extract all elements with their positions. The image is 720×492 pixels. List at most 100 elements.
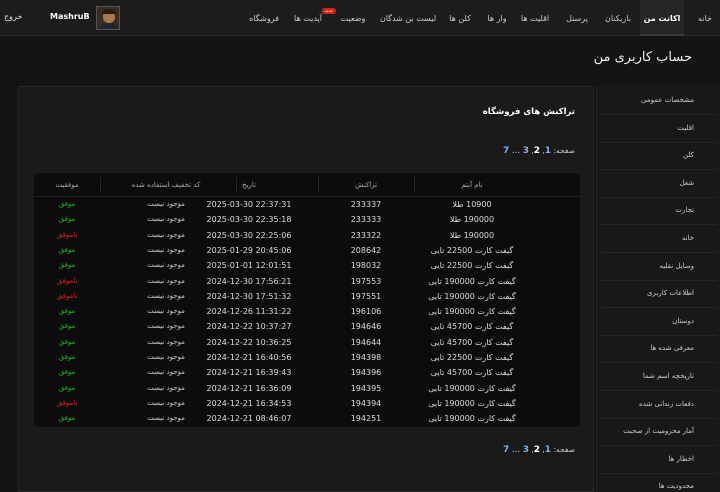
transaction-id: 197553 (350, 276, 382, 286)
header-divider (318, 177, 319, 193)
sidebar-item-3[interactable]: شغل (679, 179, 694, 187)
sidebar-divider (601, 390, 717, 391)
page-link-2-bottom[interactable]: 3 (523, 445, 529, 455)
sidebar-item-13[interactable]: اخطار ها (668, 455, 694, 463)
status-badge: ناموفق (56, 398, 78, 407)
nav-item-2[interactable]: بازیکنان (598, 0, 638, 36)
nav-item-10[interactable]: فروشگاه (244, 0, 284, 36)
transaction-id: 233333 (350, 215, 382, 225)
status-badge: ناموفق (56, 291, 78, 300)
status-badge: موفق (58, 414, 76, 423)
column-header-4: موفقیت (55, 181, 79, 189)
transaction-id: 194394 (350, 398, 382, 408)
nav-item-5[interactable]: وار ها (482, 0, 512, 36)
header-divider (100, 177, 101, 193)
status-badge: موفق (58, 307, 76, 316)
page-link-3-bottom: ... (511, 445, 521, 455)
pagination-top: صفحه: 1, 2, 3 ... 7 (503, 146, 575, 156)
table-row: گیفت کارت 45700 تایی 194646 2024-12-22 10:… (34, 321, 580, 336)
pagination-label: صفحه: (553, 146, 575, 155)
status-badge: ناموفق (56, 276, 78, 285)
page-link-0-top[interactable]: 1 (545, 146, 551, 156)
table-row: 190000 طلا 233322 2025-03-30 22:25:06 موجود… (34, 230, 580, 245)
table-row: گیفت کارت 45700 تایی 194396 2024-12-21 16:… (34, 367, 580, 382)
table-row: گیفت کارت 190000 تایی 194395 2024-12-21 16… (34, 383, 580, 398)
status-badge: موفق (58, 353, 76, 361)
logout-link[interactable]: خروج (4, 12, 22, 21)
header-divider (236, 177, 237, 193)
item-name: گیفت کارت 45700 تایی (430, 368, 514, 378)
discount-code: موجود نیست (147, 215, 185, 224)
page-link-4-top[interactable]: 7 (503, 146, 509, 156)
item-name: گیفت کارت 22500 تایی (430, 353, 514, 362)
sidebar-divider (601, 114, 717, 115)
table-row: 10900 طلا 233337 2025-03-30 22:37:31 موجود … (34, 199, 580, 214)
discount-code: موجود نیست (147, 276, 185, 285)
transaction-id: 194398 (350, 353, 382, 362)
status-badge: موفق (58, 368, 76, 377)
status-badge: موفق (58, 337, 76, 346)
username[interactable]: MashruB (50, 12, 90, 21)
sidebar-divider (601, 141, 717, 143)
header-divider (414, 177, 415, 193)
sidebar-item-6[interactable]: وسایل نقلیه (659, 262, 694, 270)
transaction-id: 197551 (350, 291, 382, 301)
sidebar-item-2[interactable]: کلن (683, 151, 694, 159)
sidebar-divider (601, 307, 717, 309)
discount-code: موجود نیست (147, 291, 185, 300)
transaction-id: 194644 (350, 337, 382, 347)
discount-code: موجود نیست (147, 337, 185, 346)
nav-item-1[interactable]: اکانت من (640, 0, 684, 36)
nav-item-9[interactable]: آپدیت ها جدید (284, 0, 336, 36)
sidebar-item-0[interactable]: مشخصات عمومی (641, 96, 694, 104)
item-name: گیفت کارت 190000 تایی (428, 307, 516, 317)
table-row: گیفت کارت 190000 تایی 194251 2024-12-21 08… (34, 413, 580, 428)
transaction-id: 233322 (350, 230, 382, 240)
sidebar-item-11[interactable]: دفعات زندانی شده (639, 400, 694, 408)
nav-item-0[interactable]: خانه (690, 0, 720, 36)
page-link-0-bottom[interactable]: 1 (545, 445, 551, 455)
discount-code: موجود نیست (147, 398, 185, 407)
sidebar-item-9[interactable]: معرفی شده ها (650, 344, 694, 352)
table-row: گیفت کارت 190000 تایی 197553 2024-12-30 17… (34, 276, 580, 291)
discount-code: موجود نیست (147, 353, 185, 361)
nav-item-4[interactable]: اقلیت ها (514, 0, 556, 36)
discount-code: موجود نیست (147, 230, 185, 239)
transaction-id: 208642 (350, 245, 382, 255)
sidebar-item-10[interactable]: تاریخچه اسم شما (643, 372, 694, 380)
status-badge: موفق (58, 215, 76, 224)
item-name: گیفت کارت 22500 تایی (430, 245, 514, 255)
sidebar-item-8[interactable]: دوستان (672, 317, 694, 325)
nav-item-8[interactable]: وضعیت (334, 0, 372, 36)
page-link-1-top[interactable]: 2 (534, 146, 540, 156)
discount-code: موجود نیست (147, 200, 185, 208)
table-header: نام آیتم تراکنش تاریخ کد تخفیف استفاده شده م… (34, 173, 580, 197)
nav-item-3[interactable]: پرسنل (558, 0, 596, 36)
discount-code: موجود نیست (147, 414, 185, 423)
page-link-2-top[interactable]: 3 (523, 146, 529, 156)
sidebar-divider (601, 362, 717, 364)
sidebar-item-12[interactable]: آمار محرومیت از صحبت (623, 427, 694, 435)
sidebar-item-1[interactable]: اقلیت (677, 124, 694, 132)
status-badge: ناموفق (56, 230, 78, 239)
item-name: گیفت کارت 190000 تایی (428, 398, 516, 408)
sidebar-item-5[interactable]: خانه (682, 234, 694, 242)
sidebar-divider (601, 472, 717, 474)
sidebar-divider (601, 169, 717, 171)
column-header-3: کد تخفیف استفاده شده (131, 181, 201, 189)
sidebar-item-7[interactable]: اطلاعات کاربری (647, 289, 694, 297)
page-link-4-bottom[interactable]: 7 (503, 445, 509, 455)
table-row: 190000 طلا 233333 2025-03-30 22:35:18 موجود… (34, 214, 580, 229)
table-row: گیفت کارت 22500 تایی 208642 2025-01-29 20:… (34, 245, 580, 260)
table-row: گیفت کارت 190000 تایی 197551 2024-12-30 17… (34, 291, 580, 306)
discount-code: موجود نیست (147, 307, 185, 316)
sidebar-item-4[interactable]: تجارت (675, 206, 694, 214)
status-badge: موفق (58, 261, 76, 270)
page-link-1-bottom[interactable]: 2 (534, 445, 540, 455)
sidebar-divider (601, 417, 717, 419)
avatar[interactable] (96, 6, 120, 30)
status-badge: موفق (58, 245, 76, 254)
nav-item-6[interactable]: کلن ها (442, 0, 478, 36)
sidebar-item-14[interactable]: محدودیت ها (659, 482, 694, 490)
nav-item-7[interactable]: لیست بن شدگان (376, 0, 440, 36)
